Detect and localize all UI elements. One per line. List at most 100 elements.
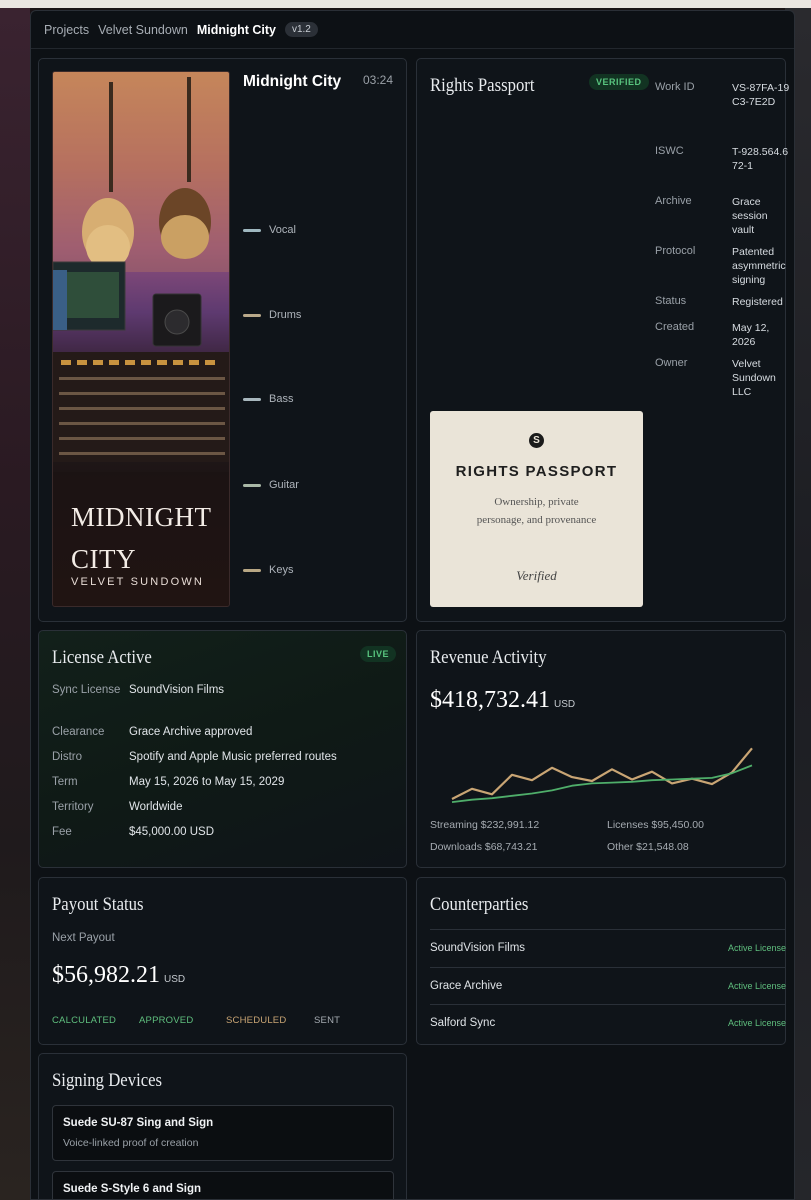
license-row: Distro Spotify and Apple Music preferred… (52, 749, 337, 765)
counterparty-status: Active License (727, 981, 786, 991)
counterparty-row[interactable]: Grace Archive Active License (430, 967, 786, 1004)
license-value: $45,000.00 USD (129, 826, 215, 838)
license-key: Sync License (52, 684, 121, 696)
breadcrumb-current: Midnight City (196, 22, 276, 37)
breadcrumb: Projects Velvet Sundown Midnight City v1… (31, 11, 794, 49)
version-badge: v1.2 (284, 22, 318, 37)
rights-row: Status Registered (655, 295, 792, 309)
counterparty-name: Salford Sync (430, 1017, 496, 1029)
track-title: Midnight City (243, 73, 342, 90)
revenue-stat-streaming: Streaming $232,991.12 (430, 819, 540, 831)
counterparty-name: Grace Archive (430, 980, 503, 992)
rights-passport-card: Rights Passport VERIFIED Work ID VS-87FA… (416, 58, 789, 622)
revenue-series-total-line (451, 747, 753, 800)
stage-scheduled: SCHEDULED (226, 1015, 287, 1026)
license-row: Clearance Grace Archive approved (52, 724, 252, 740)
live-badge: LIVE (360, 646, 397, 662)
stem-line-icon (243, 397, 261, 401)
revenue-amount: $418,732.41 (430, 687, 550, 713)
passport-title: RIGHTS PASSPORT (455, 463, 618, 480)
license-value: May 15, 2026 to May 15, 2029 (129, 776, 285, 788)
next-payout-label: Next Payout (52, 932, 115, 944)
passport-subtitle: Ownership, private personage, and proven… (476, 496, 597, 526)
counterparty-row[interactable]: SoundVision Films Active License (430, 929, 786, 966)
rights-row: Created May 12, 2026 (655, 321, 792, 349)
breadcrumb-projects[interactable]: Projects (44, 23, 89, 37)
rights-row: Owner Velvet Sundown LLC (655, 357, 792, 399)
counterparty-row[interactable]: Salford Sync Active License (430, 1004, 786, 1041)
license-value: Grace Archive approved (129, 726, 253, 738)
license-key: Clearance (52, 726, 105, 738)
payout-card: Payout Status Next Payout $56,982.21 USD … (38, 877, 407, 1045)
revenue-stat-other: Other $21,548.08 (607, 841, 689, 853)
license-value: SoundVision Films (129, 684, 225, 696)
rights-row: Work ID VS-87FA-19C3-7E2D (655, 81, 792, 109)
rights-key: Protocol (655, 245, 696, 257)
license-value: Spotify and Apple Music preferred routes (129, 751, 337, 763)
passport-verified: Verified (516, 568, 557, 583)
rights-title: Rights Passport (430, 75, 535, 96)
stage-approved: APPROVED (139, 1015, 194, 1026)
cover-artist: VELVET SUNDOWN (71, 576, 205, 588)
rights-key: Status (655, 295, 687, 307)
app-window: Projects Velvet Sundown Midnight City v1… (30, 10, 795, 1200)
counterparty-name: SoundVision Films (430, 942, 526, 954)
license-card: License Active LIVE Sync License SoundVi… (38, 630, 407, 868)
rights-key: ISWC (655, 145, 684, 157)
counterparties-card: Counterparties SoundVision Films Active … (416, 877, 786, 1045)
device-item[interactable]: Suede SU-87 Sing and Sign Voice-linked p… (52, 1105, 394, 1161)
stem-vocal[interactable]: Vocal (243, 224, 296, 236)
background-photo-left (0, 8, 30, 1200)
counterparties-title: Counterparties (430, 894, 529, 915)
rights-value: May 12, 2026 (732, 322, 770, 348)
stage-sent: SENT (314, 1015, 341, 1026)
stem-line-icon (243, 568, 261, 572)
payout-currency: USD (164, 974, 186, 985)
verified-badge: VERIFIED (589, 74, 649, 90)
rights-value: Registered (732, 296, 783, 308)
stem-label: Guitar (269, 479, 299, 491)
license-value: Worldwide (129, 801, 183, 813)
payout-title: Payout Status (52, 894, 144, 915)
license-row: Term May 15, 2026 to May 15, 2029 (52, 774, 284, 790)
rights-value: T-928.564.672-1 (732, 146, 789, 172)
track-card: MIDNIGHT CITY VELVET SUNDOWN Midnight Ci… (38, 58, 407, 622)
signing-devices-card: Signing Devices Suede SU-87 Sing and Sig… (38, 1053, 407, 1199)
stem-bass[interactable]: Bass (243, 393, 293, 405)
license-row: Fee $45,000.00 USD (52, 824, 214, 840)
devices-title: Signing Devices (52, 1070, 163, 1091)
rights-row: Protocol Patented asymmetric signing (655, 245, 792, 287)
cover-title: MIDNIGHT CITY (71, 502, 211, 574)
license-key: Fee (52, 826, 72, 838)
counterparty-status: Active License (727, 1018, 786, 1028)
revenue-card: Revenue Activity $418,732.41 USD Streamin… (416, 630, 786, 868)
license-row: Territory Worldwide (52, 799, 182, 815)
stem-label: Keys (269, 564, 294, 576)
rights-row: Archive Grace session vault (655, 195, 792, 237)
rights-value: Grace session vault (732, 196, 768, 236)
cover-art: MIDNIGHT CITY VELVET SUNDOWN (52, 71, 230, 607)
revenue-stat-downloads: Downloads $68,743.21 (430, 841, 538, 853)
license-key: Territory (52, 801, 94, 813)
track-duration: 03:24 (363, 73, 394, 87)
breadcrumb-artist[interactable]: Velvet Sundown (98, 23, 188, 37)
rights-key: Work ID (655, 81, 695, 93)
stem-drums[interactable]: Drums (243, 309, 301, 321)
license-key: Distro (52, 751, 83, 763)
stem-line-icon (243, 483, 261, 487)
payout-amount: $56,982.21 (52, 962, 160, 988)
s-logo-icon: S (529, 433, 544, 448)
stem-guitar[interactable]: Guitar (243, 479, 299, 491)
rights-key: Archive (655, 195, 692, 207)
passport-document[interactable]: S RIGHTS PASSPORT Ownership, private per… (430, 411, 643, 607)
rights-key: Created (655, 321, 695, 333)
window-top-strip (0, 0, 811, 8)
stem-keys[interactable]: Keys (243, 564, 293, 576)
stage-calculated: CALCULATED (52, 1015, 117, 1026)
revenue-title: Revenue Activity (430, 647, 547, 668)
counterparty-status: Active License (727, 943, 786, 953)
rights-key: Owner (655, 357, 688, 369)
device-name: Suede S-Style 6 and Sign (63, 1183, 202, 1195)
stem-label: Drums (269, 309, 302, 321)
device-item[interactable]: Suede S-Style 6 and Sign (52, 1171, 394, 1199)
